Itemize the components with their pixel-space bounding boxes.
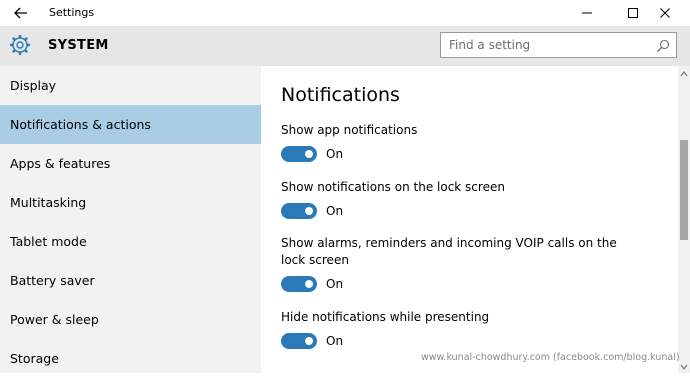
sidebar-item-storage[interactable]: Storage [0,339,261,378]
settings-header: SYSTEM [0,26,690,66]
toggle-knob [305,337,313,345]
setting-label-alarms-voip: Show alarms, reminders and incoming VOIP… [281,236,617,267]
sidebar-item-apps-features[interactable]: Apps & features [0,144,261,183]
search-icon[interactable] [656,38,670,52]
sidebar-item-tablet-mode[interactable]: Tablet mode [0,222,261,261]
toggle-knob [305,150,313,158]
alarms-voip-toggle[interactable] [281,276,317,292]
toggle-state-label: On [326,277,344,291]
maximize-button[interactable] [618,0,648,26]
scrollbar-thumb[interactable] [680,140,688,240]
vertical-scrollbar[interactable] [678,66,690,373]
scroll-down-arrow-icon[interactable] [678,359,690,373]
minimize-button[interactable] [572,0,602,26]
lock-screen-notifications-toggle[interactable] [281,203,317,219]
back-arrow-icon[interactable] [12,4,30,22]
sidebar-item-battery-saver[interactable]: Battery saver [0,261,261,300]
search-box[interactable] [440,32,677,58]
toggle-state-label: On [326,334,344,348]
search-input[interactable] [441,33,649,57]
setting-label-app-notifications: Show app notifications [281,123,418,137]
page-title: Notifications [281,84,400,106]
close-button[interactable] [650,0,680,26]
sidebar-item-multitasking[interactable]: Multitasking [0,183,261,222]
sidebar-item-notifications-actions[interactable]: Notifications & actions [0,105,261,144]
title-bar: Settings [0,0,690,26]
setting-label-hide-while-presenting: Hide notifications while presenting [281,310,490,324]
hide-while-presenting-toggle[interactable] [281,333,317,349]
maximize-icon [627,4,639,23]
main-content: Notifications Show app notifications On … [261,66,678,373]
scroll-up-arrow-icon[interactable] [678,66,690,80]
sidebar-nav: Display Notifications & actions Apps & f… [0,66,261,373]
toggle-knob [305,280,313,288]
app-notifications-toggle[interactable] [281,146,317,162]
toggle-state-label: On [326,204,344,218]
close-icon [659,4,671,23]
toggle-state-label: On [326,147,344,161]
sidebar-item-display[interactable]: Display [0,66,261,105]
setting-label-lock-screen: Show notifications on the lock screen [281,180,505,194]
watermark-text: www.kunal-chowdhury.com (facebook.com/bl… [421,352,680,363]
section-title: SYSTEM [48,38,109,53]
toggle-knob [305,207,313,215]
sidebar-item-power-sleep[interactable]: Power & sleep [0,300,261,339]
minimize-icon [581,4,593,23]
window-title: Settings [49,6,95,19]
gear-icon [8,33,32,57]
